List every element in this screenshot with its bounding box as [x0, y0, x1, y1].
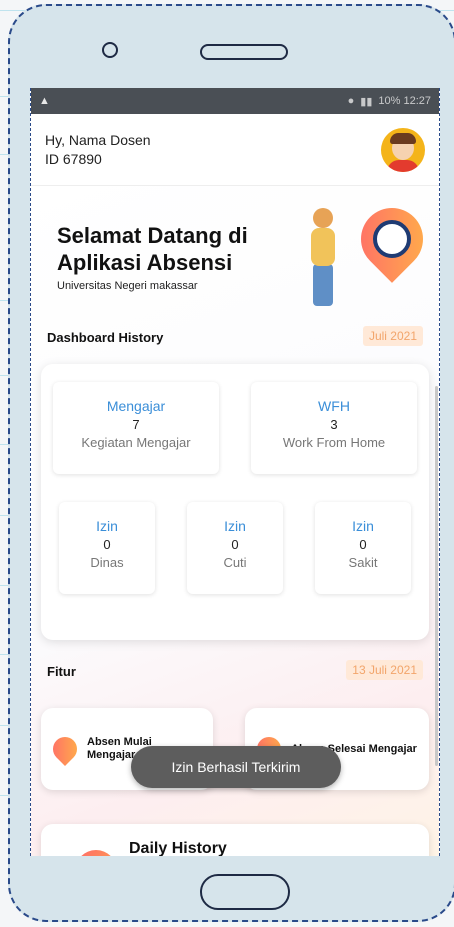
stat-value: 0 — [231, 537, 239, 552]
daily-history-label: Daily History — [129, 840, 227, 856]
stat-wfh[interactable]: WFH 3 Work From Home — [251, 382, 417, 474]
home-button[interactable] — [200, 874, 290, 910]
dashboard-card: Mengajar 7 Kegiatan Mengajar WFH 3 Work … — [41, 364, 429, 640]
stat-value: 7 — [132, 417, 140, 432]
illustration-person — [313, 208, 333, 228]
scrollbar[interactable] — [435, 386, 438, 766]
location-icon: ● — [347, 95, 355, 107]
avatar-hair — [390, 132, 416, 144]
phone-screen: ▲ ● ▮▮ 10% 12:27 Hy, Nama Dosen ID 67890… — [30, 88, 440, 856]
avatar[interactable] — [381, 127, 425, 172]
canvas: ▲ ● ▮▮ 10% 12:27 Hy, Nama Dosen ID 67890… — [0, 0, 454, 927]
speaker-slot — [200, 44, 288, 60]
university-logo-icon — [373, 220, 411, 258]
stat-title: Izin — [352, 518, 374, 534]
app-header: Hy, Nama Dosen ID 67890 — [31, 114, 439, 186]
daily-history-card[interactable]: Daily History — [41, 824, 429, 856]
illustration-person — [313, 264, 333, 306]
stat-value: 0 — [103, 537, 111, 552]
toast-message: Izin Berhasil Terkirim — [131, 746, 341, 788]
features-title: Fitur — [47, 664, 76, 679]
stat-title: Izin — [96, 518, 118, 534]
stat-subtitle: Dinas — [90, 555, 124, 570]
dashboard-title: Dashboard History — [47, 330, 164, 345]
stat-value: 3 — [330, 417, 338, 432]
welcome-section: Selamat Datang di Aplikasi Absensi Unive… — [57, 222, 277, 292]
stat-subtitle: Cuti — [223, 555, 247, 570]
location-pin-icon — [48, 732, 82, 766]
dashboard-date: Juli 2021 — [362, 326, 423, 346]
features-date: 13 Juli 2021 — [346, 660, 423, 680]
signal-icon: ▮▮ — [360, 95, 373, 108]
stat-subtitle: Kegiatan Mengajar — [81, 435, 191, 450]
stat-izin-dinas[interactable]: Izin 0 Dinas — [59, 502, 155, 594]
history-icon — [75, 850, 117, 856]
stat-title: Mengajar — [106, 398, 166, 414]
user-id: ID 67890 — [45, 150, 102, 167]
avatar-shirt — [387, 159, 419, 172]
greeting-text: Hy, Nama Dosen — [45, 131, 151, 148]
stat-value: 0 — [359, 537, 367, 552]
welcome-title: Selamat Datang di Aplikasi Absensi — [57, 223, 248, 275]
notification-icon: ▲ — [39, 95, 50, 107]
battery-time: 10% 12:27 — [378, 95, 431, 107]
user-info: Hy, Nama Dosen ID 67890 — [45, 131, 151, 169]
stat-subtitle: Work From Home — [282, 435, 386, 450]
camera-icon — [102, 42, 118, 58]
stat-subtitle: Sakit — [348, 555, 378, 570]
illustration-person — [311, 228, 335, 266]
stat-izin-sakit[interactable]: Izin 0 Sakit — [315, 502, 411, 594]
welcome-illustration — [279, 195, 436, 310]
stat-izin-cuti[interactable]: Izin 0 Cuti — [187, 502, 283, 594]
status-bar: ▲ ● ▮▮ 10% 12:27 — [31, 88, 439, 114]
university-name: Universitas Negeri makassar — [57, 280, 198, 292]
stat-mengajar[interactable]: Mengajar 7 Kegiatan Mengajar — [53, 382, 219, 474]
stat-title: Izin — [224, 518, 246, 534]
status-right: ● ▮▮ 10% 12:27 — [348, 95, 431, 108]
stat-title: WFH — [318, 398, 350, 414]
